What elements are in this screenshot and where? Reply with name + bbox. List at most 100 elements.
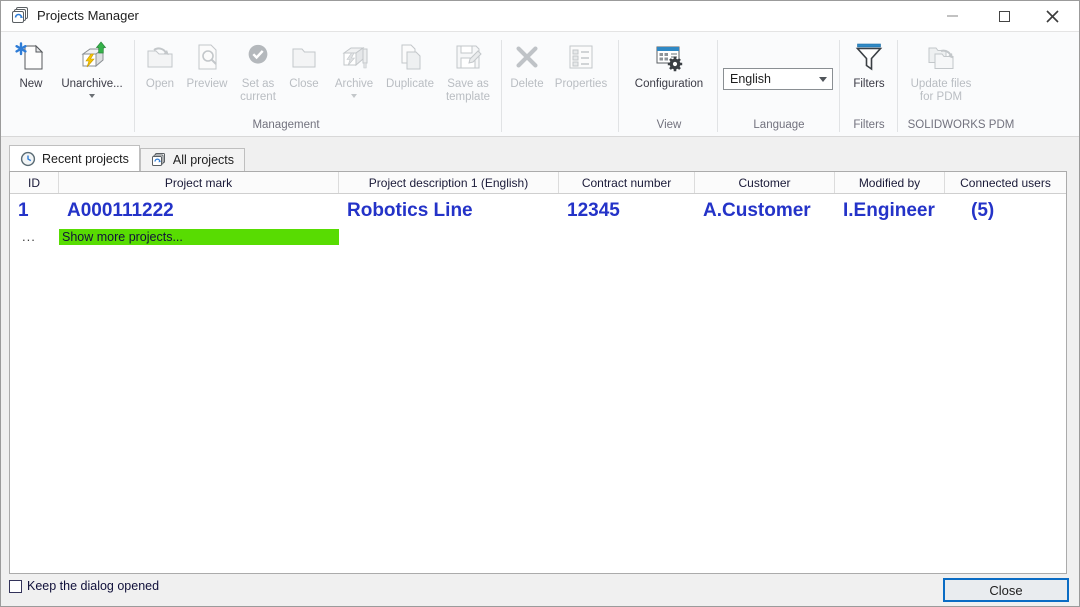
projects-tab-bar: Recent projects All projects [9,145,245,171]
language-select-value: English [724,72,814,86]
projects-table: ID Project mark Project description 1 (E… [9,171,1067,574]
properties-button-label: Properties [555,78,607,91]
save-template-icon [451,40,485,74]
save-as-template-button: Save as template [439,40,497,104]
delete-x-icon [510,40,544,74]
column-header-modified-by[interactable]: Modified by [835,172,945,193]
group-separator [717,40,718,132]
archive-dropdown-icon [351,94,357,98]
save-as-template-label: Save as template [439,78,497,104]
close-project-button: Close [282,40,326,91]
dialog-footer: Keep the dialog opened Close [1,574,1079,607]
configuration-icon [652,40,686,74]
group-separator [618,40,619,132]
archive-button-label: Archive [335,78,373,91]
group-label-language: Language [723,119,835,131]
group-label-management: Management [191,119,381,131]
unarchive-icon [75,40,109,74]
maximize-icon [999,11,1010,22]
cell-customer: A.Customer [695,200,835,222]
group-separator [839,40,840,132]
new-icon [14,40,48,74]
group-label-view: View [623,119,715,131]
cell-id: 1 [10,200,59,222]
more-row-ellipsis: ... [10,229,59,244]
group-separator [897,40,898,132]
check-circle-icon [241,40,275,74]
column-header-project-mark[interactable]: Project mark [59,172,339,193]
column-header-description[interactable]: Project description 1 (English) [339,172,559,193]
group-label-solidworks-pdm: SOLIDWORKS PDM [899,119,1023,131]
open-button-label: Open [146,78,174,91]
stacked-projects-icon [151,152,167,168]
properties-button: Properties [549,40,613,91]
language-select[interactable]: English [723,68,833,90]
unarchive-button-label: Unarchive... [61,78,122,91]
app-icon [11,6,31,26]
cell-contract-number: 12345 [559,200,695,222]
close-icon [1046,10,1059,23]
cell-description: Robotics Line [339,200,559,222]
filters-funnel-icon [852,40,886,74]
ribbon-toolbar: New Unarchive... [1,31,1079,137]
keep-dialog-opened-row[interactable]: Keep the dialog opened [9,579,159,593]
new-button[interactable]: New [9,40,53,91]
show-more-row: ... Show more projects... [10,227,1066,246]
keep-dialog-opened-label: Keep the dialog opened [27,579,159,593]
unarchive-button[interactable]: Unarchive... [53,40,131,98]
open-folder-icon [143,40,177,74]
projects-manager-window: Projects Manager New [0,0,1080,607]
tab-all-projects-label: All projects [173,153,234,167]
set-as-current-label: Set as current [233,78,283,104]
filters-button-label: Filters [853,78,884,91]
cell-modified-by: I.Engineer [835,200,945,222]
group-separator [501,40,502,132]
column-header-connected-users[interactable]: Connected users [945,172,1066,193]
duplicate-button: Duplicate [380,40,440,91]
window-close-button[interactable] [1029,1,1075,31]
table-row[interactable]: 1 A000111222 Robotics Line 12345 A.Custo… [10,194,1066,227]
close-dialog-button[interactable]: Close [943,578,1069,602]
tab-all-projects[interactable]: All projects [140,148,245,171]
archive-button: Archive [328,40,380,98]
preview-button: Preview [181,40,233,91]
properties-icon [564,40,598,74]
table-header-row: ID Project mark Project description 1 (E… [10,172,1066,194]
group-separator [134,40,135,132]
minimize-button[interactable] [929,1,975,31]
preview-button-label: Preview [187,78,228,91]
minimize-icon [947,15,958,17]
maximize-button[interactable] [981,1,1027,31]
group-label-filters: Filters [843,119,895,131]
close-project-label: Close [289,78,318,91]
folder-icon [287,40,321,74]
delete-button: Delete [505,40,549,91]
duplicate-button-label: Duplicate [386,78,434,91]
delete-button-label: Delete [510,78,543,91]
new-button-label: New [19,78,42,91]
cell-project-mark: A000111222 [59,200,339,222]
configuration-button[interactable]: Configuration [625,40,713,91]
open-button: Open [139,40,181,91]
column-header-id[interactable]: ID [10,172,59,193]
filters-button[interactable]: Filters [845,40,893,91]
tab-recent-projects-label: Recent projects [42,152,129,166]
keep-dialog-opened-checkbox[interactable] [9,580,22,593]
title-bar: Projects Manager [1,1,1079,31]
column-header-customer[interactable]: Customer [695,172,835,193]
show-more-projects-link[interactable]: Show more projects... [59,229,339,245]
cell-connected-users: (5) [945,200,1066,222]
update-files-pdm-label: Update files for PDM [903,78,979,104]
unarchive-dropdown-icon[interactable] [89,94,95,98]
archive-icon [337,40,371,74]
duplicate-icon [393,40,427,74]
window-title: Projects Manager [37,8,139,23]
preview-icon [190,40,224,74]
set-as-current-button: Set as current [233,40,283,104]
clock-icon [20,151,36,167]
update-files-icon [924,40,958,74]
column-header-contract-number[interactable]: Contract number [559,172,695,193]
update-files-pdm-button: Update files for PDM [903,40,979,104]
chevron-down-icon[interactable] [814,77,832,82]
tab-recent-projects[interactable]: Recent projects [9,145,140,171]
